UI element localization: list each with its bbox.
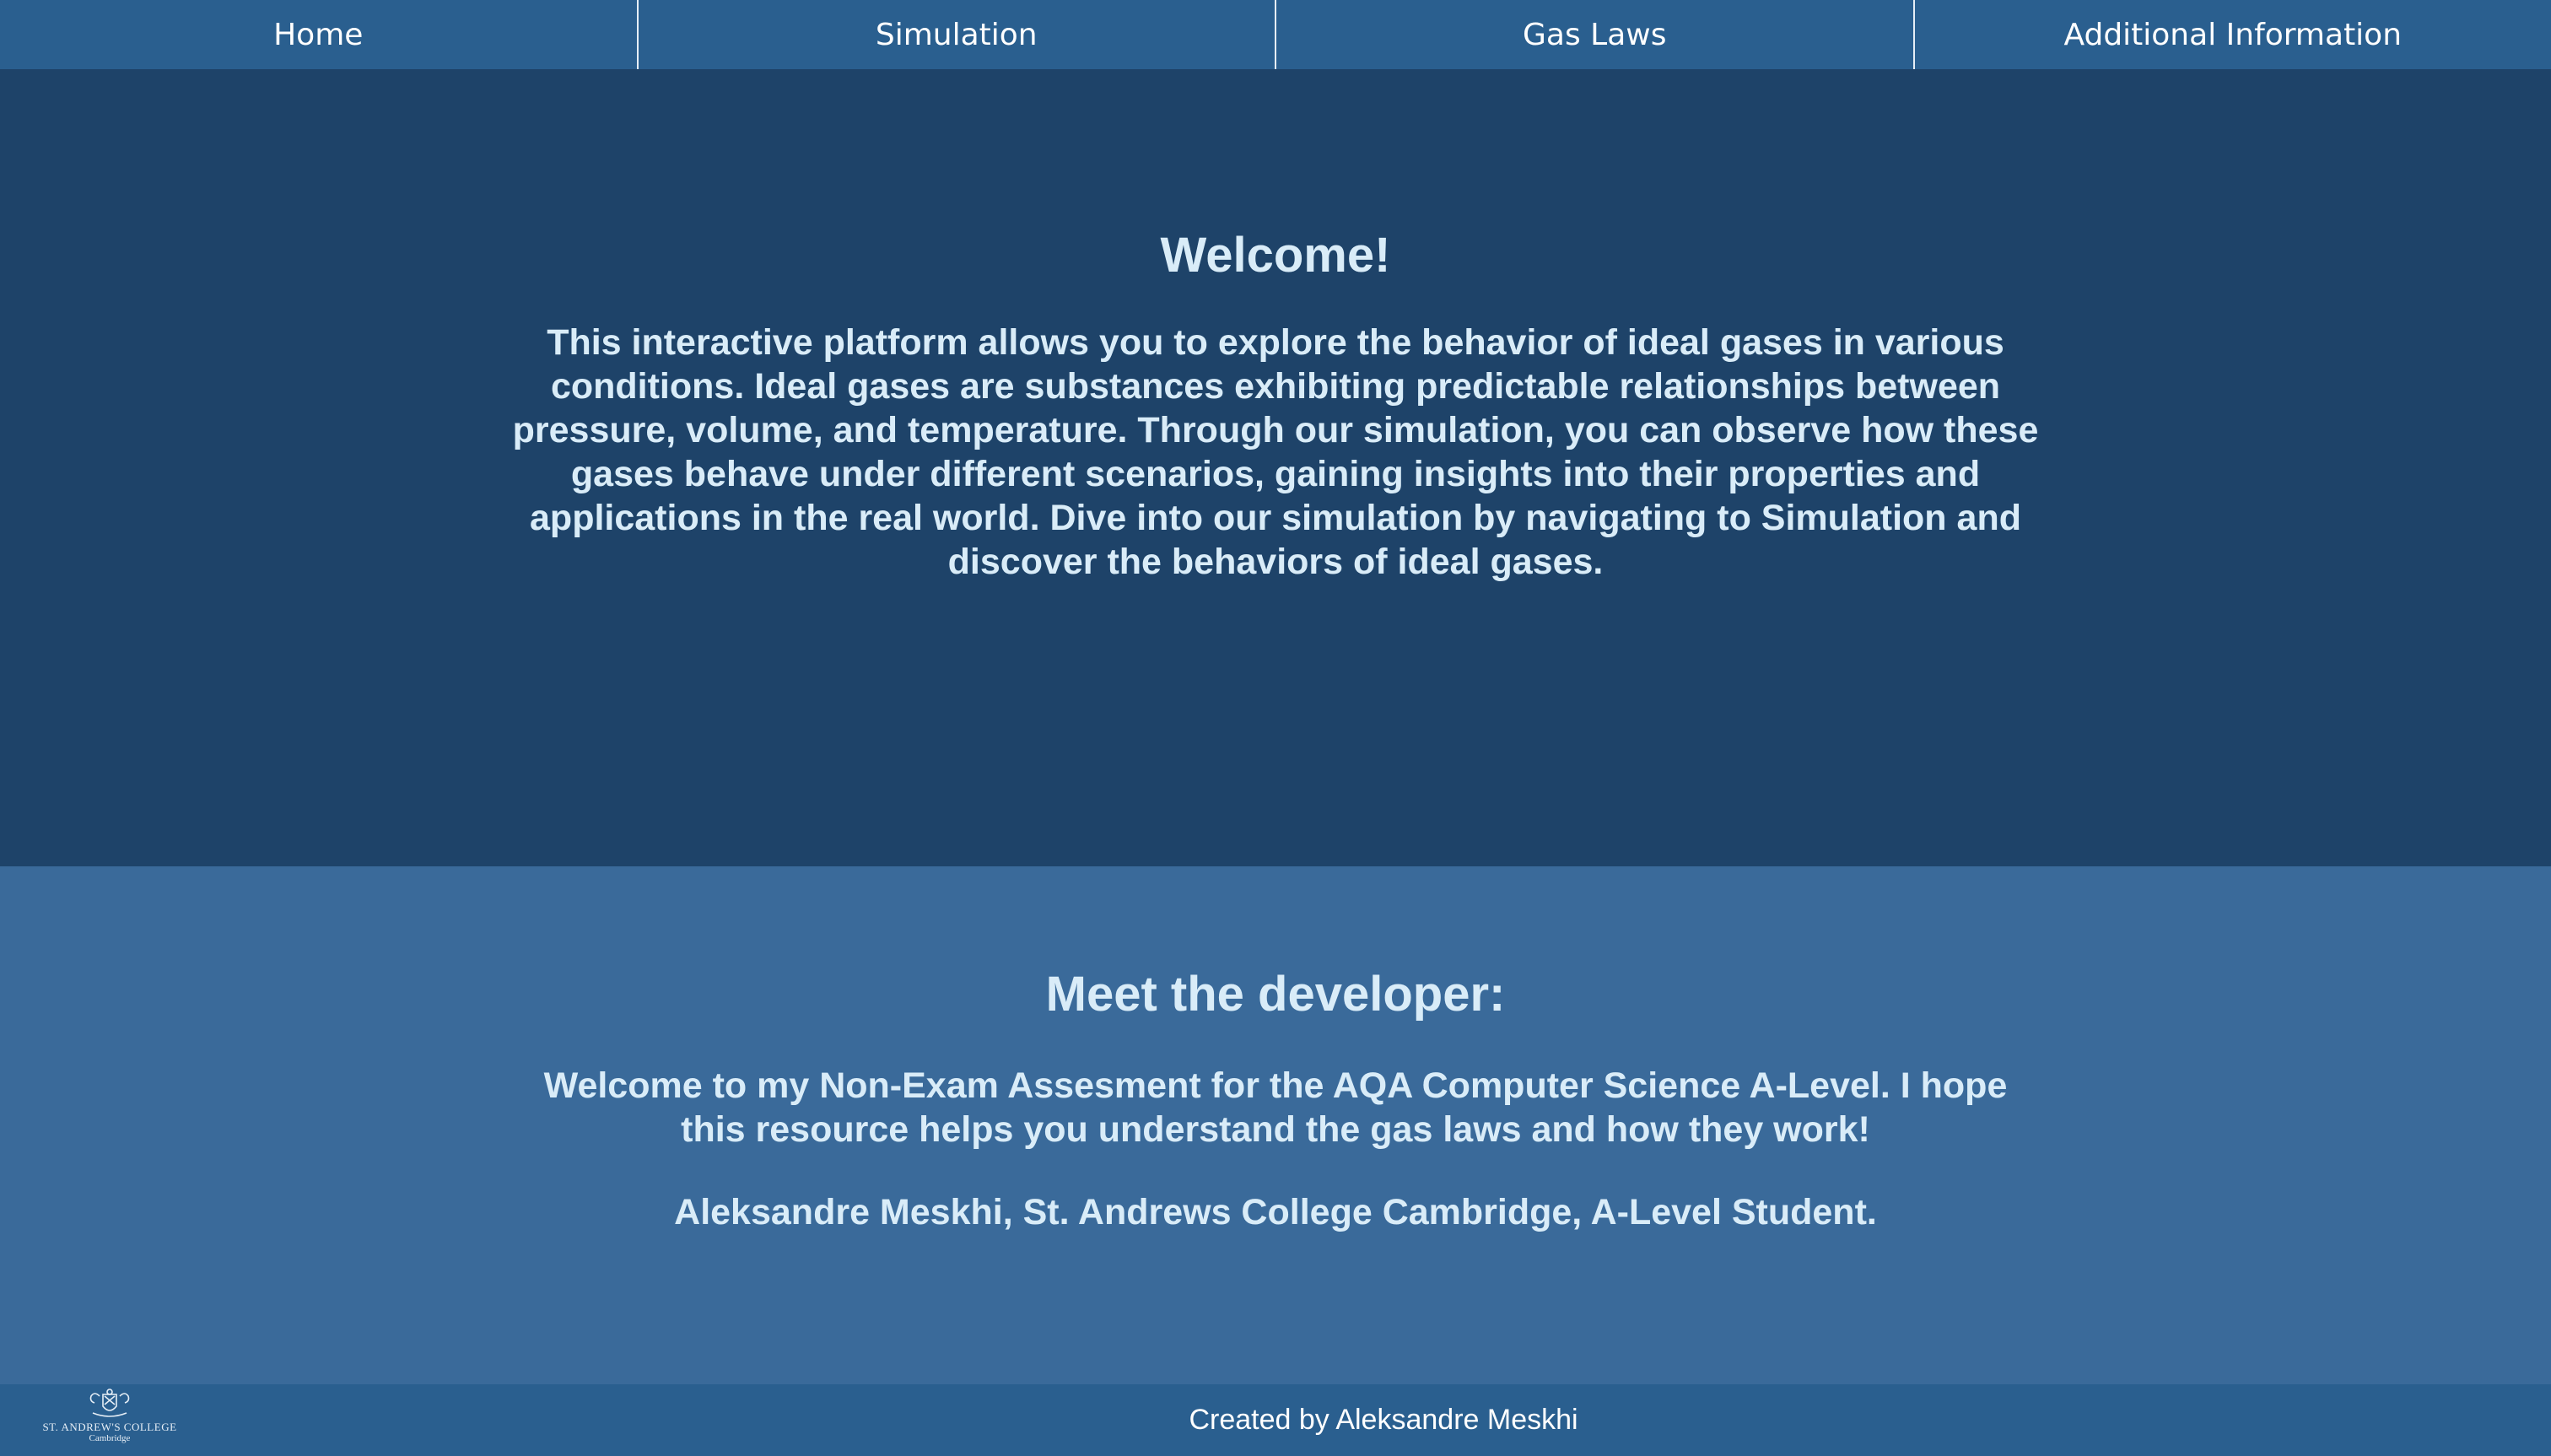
- main-nav: Home Simulation Gas Laws Additional Info…: [0, 0, 2551, 69]
- footer-credit: Created by Aleksandre Meskhi: [1189, 1404, 1578, 1436]
- welcome-text: This interactive platform allows you to …: [512, 322, 2039, 582]
- nav-home[interactable]: Home: [0, 0, 639, 69]
- nav-simulation[interactable]: Simulation: [639, 0, 1276, 69]
- developer-title: Meet the developer:: [1045, 967, 1506, 1022]
- developer-signature: Aleksandre Meskhi, St. Andrews College C…: [674, 1192, 1877, 1232]
- developer-section: Meet the developer: Welcome to my Non-Ex…: [0, 866, 2551, 1384]
- welcome-section: Welcome! This interactive platform allow…: [0, 69, 2551, 866]
- nav-additional-information[interactable]: Additional Information: [1915, 0, 2551, 69]
- footer: ST. ANDREW'S COLLEGE Cambridge Created b…: [0, 1384, 2551, 1456]
- nav-gas-laws[interactable]: Gas Laws: [1276, 0, 1915, 69]
- welcome-title: Welcome!: [1160, 228, 1391, 283]
- footer-credit-container: Created by Aleksandre Meskhi: [0, 1384, 2551, 1456]
- developer-text: Welcome to my Non-Exam Assesment for the…: [543, 1065, 2008, 1150]
